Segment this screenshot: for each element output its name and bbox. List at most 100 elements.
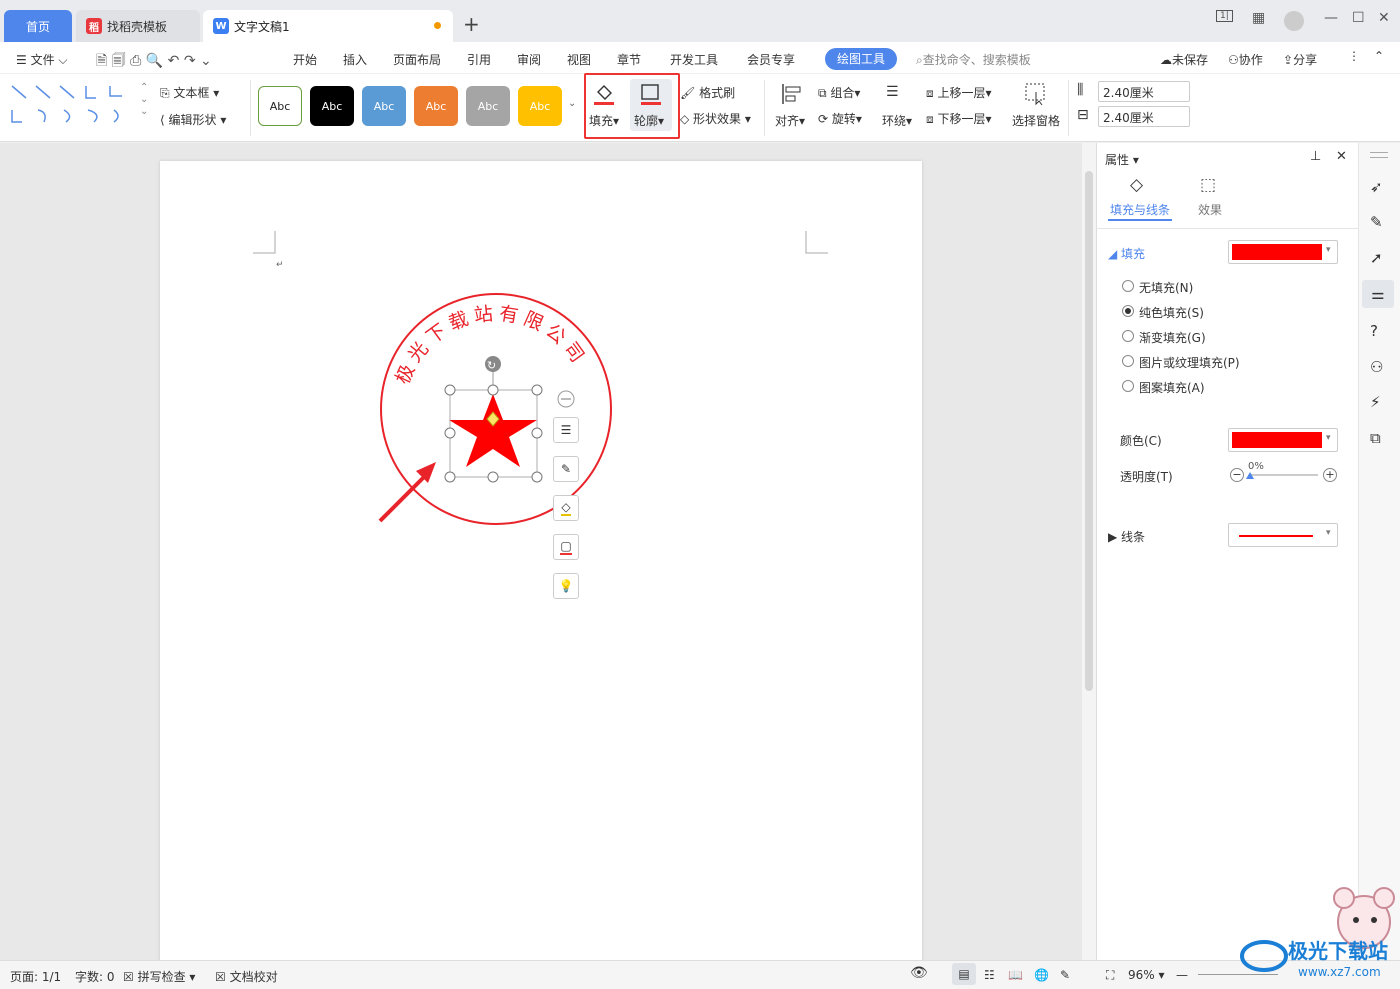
menu-vip[interactable]: 会员专享: [747, 51, 795, 68]
new-tab-button[interactable]: +: [463, 12, 480, 36]
collab-button[interactable]: ⚇协作: [1228, 51, 1263, 68]
menu-layout[interactable]: 页面布局: [393, 51, 441, 68]
panel-close-icon[interactable]: ✕: [1336, 149, 1347, 164]
spell-check[interactable]: ☒ 拼写检查 ▾: [123, 968, 195, 985]
menu-draw-tools[interactable]: 绘图工具: [825, 48, 897, 70]
move-down-button[interactable]: ⧈ 下移一层▾: [926, 110, 992, 127]
search-box[interactable]: ⌕查找命令、搜索模板: [916, 51, 1031, 68]
vertical-scrollbar[interactable]: [1082, 143, 1096, 960]
style-orange[interactable]: Abc: [414, 86, 458, 126]
connector-shapes-gallery[interactable]: [8, 82, 148, 128]
bulb-icon[interactable]: 💡: [553, 573, 579, 599]
layout-icon[interactable]: 1|: [1216, 10, 1233, 22]
help-icon[interactable]: ?: [1370, 322, 1378, 340]
cursor-icon[interactable]: ➚: [1370, 249, 1383, 267]
style-gold[interactable]: Abc: [518, 86, 562, 126]
wrap-button[interactable]: 环绕▾: [882, 112, 912, 129]
radio-picture-fill[interactable]: [1122, 355, 1134, 367]
eye-icon[interactable]: 👁: [910, 965, 928, 981]
radio-solid-fill[interactable]: [1122, 305, 1134, 317]
menu-developer[interactable]: 开发工具: [670, 51, 718, 68]
star-shape[interactable]: [449, 394, 537, 467]
shape-effect-button[interactable]: ◇ 形状效果 ▾: [680, 110, 751, 127]
style-blue[interactable]: Abc: [362, 86, 406, 126]
menu-insert[interactable]: 插入: [343, 51, 367, 68]
height-input[interactable]: 2.40厘米: [1098, 81, 1190, 102]
style-more-icon[interactable]: ⌄: [568, 98, 576, 109]
scroll-thumb[interactable]: [1085, 171, 1093, 691]
pen-mode-icon[interactable]: ✎: [1060, 968, 1070, 982]
properties-icon[interactable]: ⚌: [1362, 280, 1394, 308]
page-canvas: ↵ 极光下载站有限公司 ↻: [253, 231, 828, 525]
panel-title[interactable]: 属性 ▾: [1105, 151, 1139, 168]
drag-handle[interactable]: [1370, 152, 1388, 158]
line-dropdown[interactable]: ▾: [1228, 523, 1338, 547]
lightning-icon[interactable]: ⚡: [1370, 393, 1381, 411]
pin-icon[interactable]: ⊥: [1310, 149, 1321, 164]
collapse-ribbon-icon[interactable]: ⌃: [1374, 49, 1384, 63]
menu-view[interactable]: 视图: [567, 51, 591, 68]
menu-review[interactable]: 审阅: [517, 51, 541, 68]
radio-gradient-fill[interactable]: [1122, 330, 1134, 342]
minimize-icon[interactable]: —: [1324, 10, 1338, 26]
tab-home[interactable]: 首页: [4, 10, 72, 42]
fit-icon[interactable]: ⛶: [1106, 968, 1114, 983]
group-button[interactable]: ⧉ 组合▾: [818, 84, 860, 101]
book-icon[interactable]: ⧉: [1370, 429, 1381, 447]
menu-section[interactable]: 章节: [617, 51, 641, 68]
select-pane-button[interactable]: 选择窗格: [1012, 112, 1060, 129]
style-white[interactable]: Abc: [258, 86, 302, 126]
edit-icon[interactable]: ✎: [1370, 213, 1383, 231]
textbox-button[interactable]: ⎘ 文本框 ▾: [160, 84, 219, 101]
color-dropdown[interactable]: ▾: [1228, 428, 1338, 452]
tab-fill-line[interactable]: 填充与线条: [1110, 201, 1170, 218]
outline-view-icon[interactable]: ☷: [984, 968, 995, 982]
menu-start[interactable]: 开始: [293, 51, 317, 68]
unsaved-button[interactable]: ☁未保存: [1160, 51, 1208, 68]
page-view-icon[interactable]: ▤: [952, 963, 976, 985]
radio-no-fill[interactable]: [1122, 280, 1134, 292]
radio-pattern-fill[interactable]: [1122, 380, 1134, 392]
edit-shape-button[interactable]: ⟨ 编辑形状 ▾: [160, 111, 226, 128]
tab-document[interactable]: W 文字文稿1: [203, 10, 453, 42]
more-icon[interactable]: ⋮: [1348, 49, 1360, 63]
menu-reference[interactable]: 引用: [467, 51, 491, 68]
align-button[interactable]: 对齐▾: [775, 112, 805, 129]
close-icon[interactable]: ✕: [1378, 10, 1390, 26]
zoom-out-icon[interactable]: —: [1176, 968, 1188, 982]
word-count[interactable]: 字数: 0: [75, 968, 115, 985]
fill-float-icon[interactable]: ◇: [553, 495, 579, 521]
style-black[interactable]: Abc: [310, 86, 354, 126]
avatar[interactable]: [1284, 11, 1304, 31]
wrap-layout-icon[interactable]: ☰: [553, 417, 579, 443]
increase-icon[interactable]: +: [1323, 468, 1337, 482]
rotate-button[interactable]: ⟳ 旋转▾: [818, 110, 862, 127]
move-up-button[interactable]: ⧈ 上移一层▾: [926, 84, 992, 101]
reading-view-icon[interactable]: 📖: [1008, 968, 1023, 982]
page-count[interactable]: 页面: 1/1: [10, 968, 61, 985]
zoom-dropdown[interactable]: 96% ▾: [1128, 968, 1165, 982]
web-view-icon[interactable]: 🌐: [1034, 968, 1049, 982]
maximize-icon[interactable]: ☐: [1352, 10, 1365, 26]
file-menu[interactable]: ☰ 文件 ⌵: [16, 51, 68, 68]
fill-color-dropdown[interactable]: ▾: [1228, 240, 1338, 264]
width-input[interactable]: 2.40厘米: [1098, 106, 1190, 127]
pen-icon[interactable]: ✎: [553, 456, 579, 482]
slider-thumb[interactable]: [1246, 472, 1254, 479]
gallery-scroll[interactable]: ⌃ ⌄ ⌄: [140, 82, 148, 118]
format-painter-button[interactable]: 🖌 格式刷: [680, 84, 735, 101]
outline-float-icon[interactable]: ▢: [553, 534, 579, 560]
tab-template[interactable]: 稻找稻壳模板: [76, 10, 200, 42]
tab-effect[interactable]: 效果: [1198, 201, 1222, 218]
share-button[interactable]: ⇪分享: [1283, 51, 1317, 68]
grid-icon[interactable]: ▦: [1252, 10, 1265, 26]
rocket-icon[interactable]: ➶: [1370, 178, 1383, 196]
quick-access-icons[interactable]: 🗎 🗐 ⎙ 🔍 ↶ ↷ ⌄: [96, 50, 212, 74]
style-gray[interactable]: Abc: [466, 86, 510, 126]
decrease-icon[interactable]: −: [1230, 468, 1244, 482]
proofread[interactable]: ☒ 文档校对: [215, 968, 278, 985]
line-section-toggle[interactable]: ▶ 线条: [1108, 528, 1145, 545]
fill-section-toggle[interactable]: ◢ 填充: [1108, 245, 1145, 262]
transparency-slider[interactable]: [1250, 474, 1318, 476]
ai-icon[interactable]: ⚇: [1370, 358, 1383, 376]
